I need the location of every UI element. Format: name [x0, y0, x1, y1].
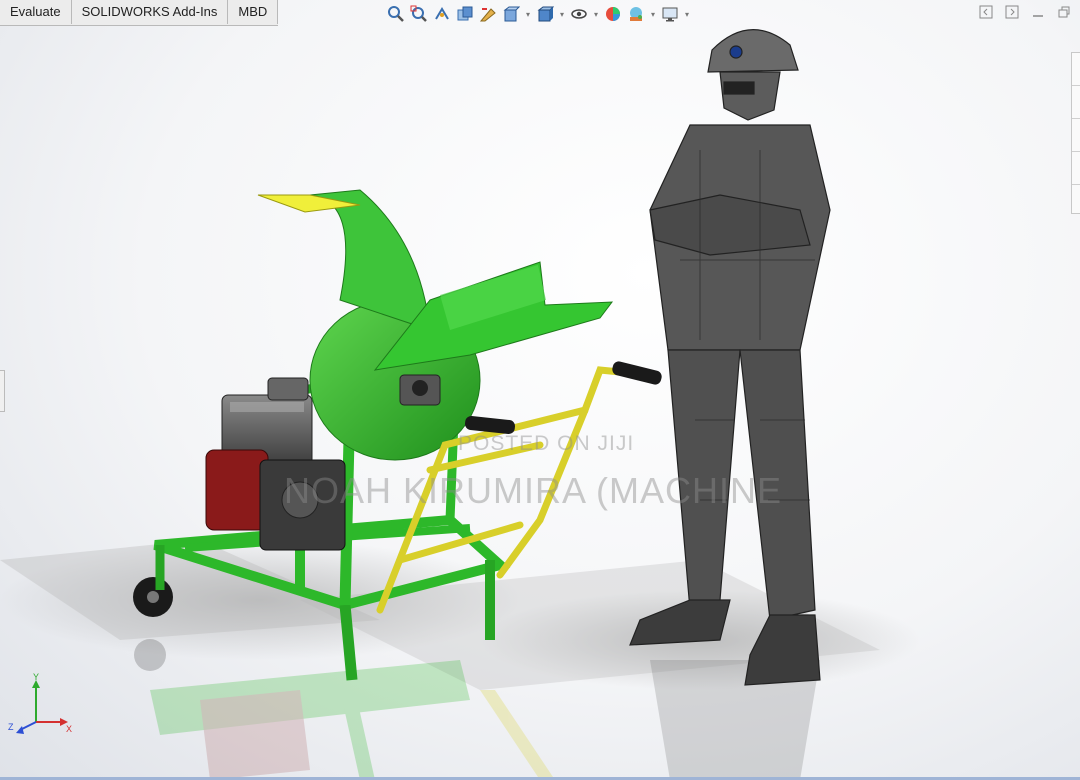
handle-grip-left	[464, 416, 516, 434]
triad-z-label: Z	[8, 722, 14, 732]
reference-triad: Y X Z	[8, 672, 72, 734]
graphics-area[interactable]	[0, 0, 1080, 780]
handle-grip-right	[612, 361, 662, 385]
triad-y-label: Y	[33, 672, 39, 682]
triad-x-label: X	[66, 724, 72, 734]
